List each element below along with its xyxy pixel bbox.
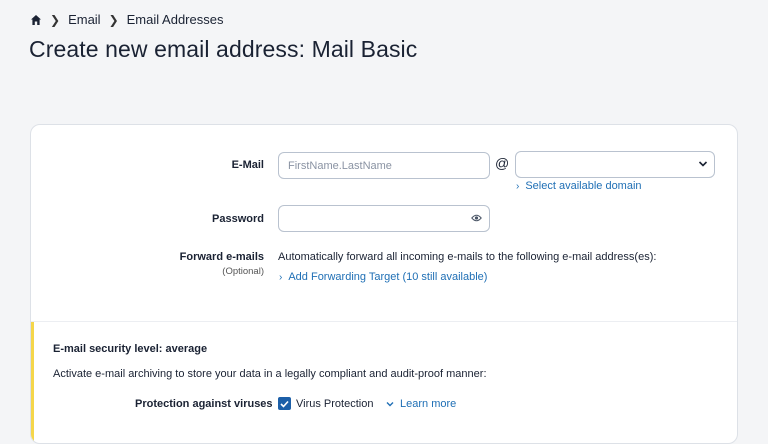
chevron-right-icon: ❯ — [108, 12, 119, 27]
chevron-down-icon — [698, 159, 708, 171]
home-icon[interactable] — [30, 14, 42, 26]
email-label: E-Mail — [231, 159, 264, 171]
forward-emails-label: Forward e-mails (Optional) — [180, 251, 264, 277]
email-local-part-input[interactable]: FirstName.LastName — [278, 152, 490, 179]
add-forwarding-target-label: Add Forwarding Target (10 still availabl… — [288, 271, 488, 283]
security-level-indicator — [31, 322, 34, 443]
checkmark-icon — [280, 400, 289, 408]
security-description: Activate e-mail archiving to store your … — [53, 368, 487, 380]
chevron-down-icon — [386, 398, 394, 410]
learn-more-label: Learn more — [400, 398, 457, 410]
create-email-form-card: E-Mail FirstName.LastName @ › Select ava… — [30, 124, 738, 444]
security-section: E-mail security level: average Activate … — [31, 321, 737, 443]
breadcrumb-item-email[interactable]: Email — [68, 12, 101, 27]
domain-select[interactable] — [515, 151, 715, 178]
eye-icon[interactable] — [471, 213, 482, 225]
select-domain-link-label: Select available domain — [525, 180, 642, 192]
breadcrumb: ❯ Email ❯ Email Addresses — [30, 12, 223, 27]
password-input[interactable] — [278, 205, 490, 232]
chevron-right-icon: › — [516, 180, 520, 192]
at-symbol: @ — [495, 155, 510, 171]
add-forwarding-target-link[interactable]: › Add Forwarding Target (10 still availa… — [279, 271, 487, 283]
page-title: Create new email address: Mail Basic — [29, 36, 418, 62]
email-placeholder: FirstName.LastName — [288, 159, 392, 172]
optional-hint: (Optional) — [222, 266, 264, 277]
breadcrumb-item-email-addresses[interactable]: Email Addresses — [127, 12, 224, 27]
password-label: Password — [212, 213, 264, 225]
select-domain-link[interactable]: › Select available domain — [516, 180, 642, 192]
virus-protection-checkbox-label[interactable]: Virus Protection — [296, 398, 373, 410]
chevron-right-icon: ❯ — [50, 12, 61, 27]
virus-protection-checkbox[interactable] — [278, 397, 291, 410]
chevron-right-icon: › — [279, 271, 283, 283]
forward-emails-label-text: Forward e-mails — [179, 251, 264, 263]
security-heading: E-mail security level: average — [53, 343, 208, 355]
learn-more-link[interactable]: Learn more — [386, 398, 456, 410]
virus-protection-label: Protection against viruses — [135, 398, 273, 410]
forward-description: Automatically forward all incoming e-mai… — [278, 251, 657, 263]
